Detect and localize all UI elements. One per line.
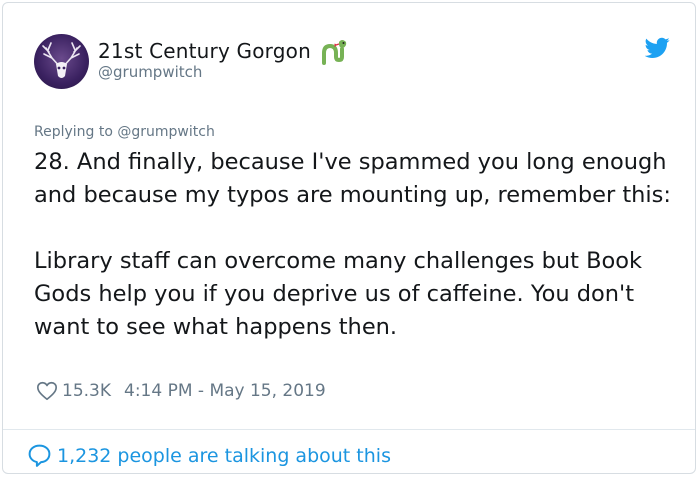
replying-to[interactable]: Replying to @grumpwitch [34,124,215,140]
timestamp[interactable]: 4:14 PM - May 15, 2019 [124,381,326,401]
display-name[interactable]: 21st Century Gorgon [98,39,311,63]
divider [3,429,695,430]
avatar[interactable] [34,34,89,89]
tweet-meta: 15.3K 4:14 PM - May 15, 2019 [36,380,326,402]
tweet-card: 21st Century Gorgon @grumpwitch Replying… [2,2,696,474]
speech-bubble-icon [28,444,51,467]
twitter-bird-icon[interactable] [645,37,670,59]
user-handle[interactable]: @grumpwitch [98,63,202,81]
name-row: 21st Century Gorgon [98,37,349,65]
snake-icon [321,40,347,65]
like-count[interactable]: 15.3K [62,381,111,401]
conversation-link[interactable]: 1,232 people are talking about this [27,443,391,468]
heart-icon[interactable] [36,380,58,402]
tweet-text: 28. And finally, because I've spammed yo… [34,149,671,340]
deer-skull-icon [42,42,81,78]
conversation-text[interactable]: 1,232 people are talking about this [57,445,391,467]
